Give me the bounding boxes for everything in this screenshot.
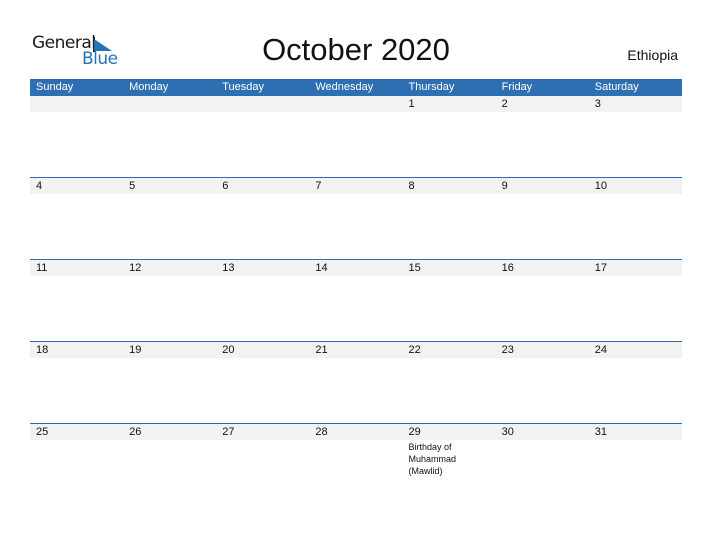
day-number: 13: [222, 262, 235, 274]
day-number: 10: [594, 180, 607, 192]
day-number: 5: [129, 180, 136, 192]
day-number: 25: [36, 426, 49, 438]
day-number: 27: [222, 426, 235, 438]
day-number: 6: [222, 180, 229, 192]
weekday-saturday: Saturday: [594, 81, 639, 93]
day-cell[interactable]: 7: [309, 178, 402, 194]
day-cell[interactable]: 30: [496, 424, 589, 477]
day-cell[interactable]: 4: [30, 178, 123, 194]
day-number: 8: [408, 180, 415, 192]
day-number: 18: [36, 344, 49, 356]
day-cell[interactable]: 27: [216, 424, 309, 477]
day-cell[interactable]: 28: [309, 424, 402, 477]
day-number: 22: [408, 344, 421, 356]
day-cell[interactable]: [30, 96, 123, 112]
week-row: 25 26 27 28 29 Birthday of Muhammad (Mawlid) 3…: [30, 423, 682, 505]
day-number: 19: [129, 344, 142, 356]
day-cell[interactable]: 19: [123, 342, 216, 358]
day-number: 26: [129, 426, 142, 438]
weekday-friday: Friday: [501, 81, 533, 93]
week-cells: 18 19 20 21 22 23 24: [30, 342, 682, 358]
day-cell[interactable]: [216, 96, 309, 112]
day-cell[interactable]: 17: [589, 260, 682, 276]
week-row: 18 19 20 21 22 23 24: [30, 341, 682, 423]
day-number: 14: [315, 262, 328, 274]
day-number: 15: [408, 262, 421, 274]
day-cell[interactable]: 6: [216, 178, 309, 194]
day-cell[interactable]: 10: [589, 178, 682, 194]
day-number: 9: [501, 180, 508, 192]
day-number: 7: [315, 180, 322, 192]
calendar-title: October 2020: [262, 32, 450, 67]
day-number: 12: [129, 262, 142, 274]
weekday-sunday: Sunday: [36, 81, 74, 93]
day-number: 4: [36, 180, 43, 192]
day-cell[interactable]: 29 Birthday of Muhammad (Mawlid): [403, 424, 496, 477]
day-cell[interactable]: 21: [309, 342, 402, 358]
day-cell[interactable]: 13: [216, 260, 309, 276]
weekday-monday: Monday: [129, 81, 169, 93]
day-number: 16: [501, 262, 514, 274]
day-cell[interactable]: [309, 96, 402, 112]
day-cell[interactable]: 2: [496, 96, 589, 112]
week-row: 1 2 3: [30, 96, 682, 177]
calendar-grid: 1 2 3 4 5 6 7 8 9 10 11 12 13 14 15 16 17 18 19 20 21 22 23 24 2…: [30, 96, 682, 505]
day-cell[interactable]: 18: [30, 342, 123, 358]
week-cells: 25 26 27 28 29 Birthday of Muhammad (Mawlid) 3…: [30, 424, 682, 477]
country-label: Ethiopia: [627, 47, 678, 63]
day-number: 28: [315, 426, 328, 438]
day-cell[interactable]: [123, 96, 216, 112]
week-cells: 11 12 13 14 15 16 17: [30, 260, 682, 276]
day-number: 21: [315, 344, 328, 356]
holiday-event: Birthday of Muhammad (Mawlid): [408, 442, 457, 476]
day-number: 17: [594, 262, 607, 274]
day-number: [129, 96, 216, 112]
day-cell[interactable]: 31: [589, 424, 682, 477]
day-cell[interactable]: 20: [216, 342, 309, 358]
week-cells: 1 2 3: [30, 96, 682, 112]
weekday-wednesday: Wednesday: [315, 81, 374, 93]
day-number: 20: [222, 344, 235, 356]
weekday-thursday: Thursday: [408, 81, 455, 93]
day-cell[interactable]: 15: [403, 260, 496, 276]
day-cell[interactable]: 5: [123, 178, 216, 194]
day-number: 1: [408, 98, 415, 110]
day-number: 24: [594, 344, 607, 356]
day-number: [36, 96, 123, 112]
weekday-tuesday: Tuesday: [222, 81, 265, 93]
day-cell[interactable]: 14: [309, 260, 402, 276]
day-cell[interactable]: 26: [123, 424, 216, 477]
day-cell[interactable]: 1: [403, 96, 496, 112]
week-cells: 4 5 6 7 8 9 10: [30, 178, 682, 194]
day-number: 3: [594, 98, 601, 110]
day-cell[interactable]: 23: [496, 342, 589, 358]
day-number: 23: [501, 344, 514, 356]
day-cell[interactable]: 3: [589, 96, 682, 112]
day-cell[interactable]: 22: [403, 342, 496, 358]
day-number: 30: [501, 426, 514, 438]
day-number: [315, 96, 402, 112]
day-cell[interactable]: 24: [589, 342, 682, 358]
day-cell[interactable]: 16: [496, 260, 589, 276]
day-cell[interactable]: 25: [30, 424, 123, 477]
day-number: [222, 96, 309, 112]
day-cell[interactable]: 8: [403, 178, 496, 194]
day-number: 11: [36, 262, 48, 274]
day-number: 2: [501, 98, 508, 110]
week-row: 4 5 6 7 8 9 10: [30, 177, 682, 259]
day-cell[interactable]: 12: [123, 260, 216, 276]
weekday-header: Sunday Monday Tuesday Wednesday Thursday…: [30, 79, 682, 96]
day-number: 31: [594, 426, 607, 438]
day-number: 29: [408, 426, 421, 438]
week-row: 11 12 13 14 15 16 17: [30, 259, 682, 341]
day-cell[interactable]: 11: [30, 260, 123, 276]
day-cell[interactable]: 9: [496, 178, 589, 194]
